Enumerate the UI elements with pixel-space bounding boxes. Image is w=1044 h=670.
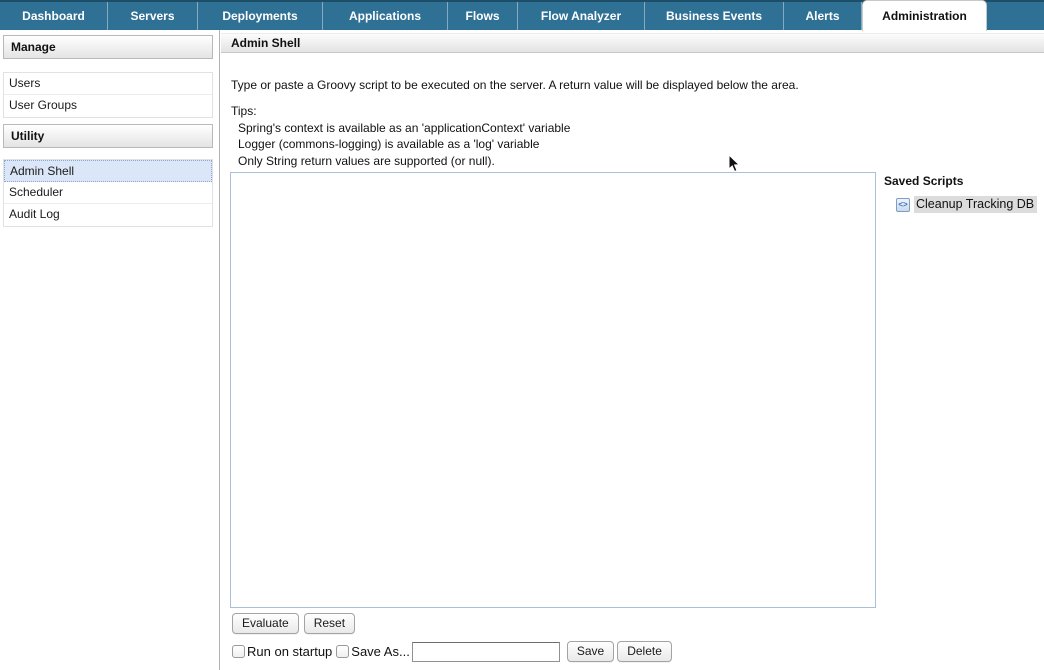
- reset-button[interactable]: Reset: [304, 613, 355, 634]
- save-as-name-input[interactable]: [412, 642, 560, 662]
- panel-divider: [219, 30, 220, 670]
- sidebar-section-manage: Manage: [3, 35, 213, 59]
- save-as-checkbox[interactable]: [336, 645, 349, 658]
- script-icon: <>: [896, 198, 910, 212]
- sidebar-utility-list: Admin Shell Scheduler Audit Log: [3, 159, 213, 227]
- tab-applications[interactable]: Applications: [323, 2, 448, 30]
- tips-block: Tips: Spring's context is available as a…: [231, 103, 570, 169]
- mouse-cursor-icon: [728, 154, 740, 173]
- save-button[interactable]: Save: [567, 641, 614, 662]
- sidebar-item-user-groups[interactable]: User Groups: [4, 95, 212, 117]
- tab-deployments[interactable]: Deployments: [198, 2, 323, 30]
- tip-line: Spring's context is available as an 'app…: [231, 120, 570, 137]
- sidebar-item-users[interactable]: Users: [4, 73, 212, 95]
- sidebar: Manage Users User Groups Utility Admin S…: [3, 35, 213, 227]
- delete-button[interactable]: Delete: [617, 641, 672, 662]
- sidebar-manage-list: Users User Groups: [3, 72, 213, 118]
- tab-flow-analyzer[interactable]: Flow Analyzer: [518, 2, 645, 30]
- tips-heading: Tips:: [231, 103, 570, 120]
- run-on-startup-checkbox[interactable]: [232, 645, 245, 658]
- sidebar-item-scheduler[interactable]: Scheduler: [4, 182, 212, 204]
- tab-bar-filler: [987, 2, 1044, 30]
- page-title: Admin Shell: [221, 33, 1044, 53]
- save-row: Run on startup Save As... Save Delete: [232, 641, 672, 662]
- saved-script-item[interactable]: <> Cleanup Tracking DB: [896, 196, 1037, 213]
- tab-administration[interactable]: Administration: [862, 0, 987, 31]
- tab-business-events[interactable]: Business Events: [645, 2, 784, 30]
- run-on-startup-label[interactable]: Run on startup: [247, 644, 332, 659]
- tip-line: Logger (commons-logging) is available as…: [231, 136, 570, 153]
- tab-dashboard[interactable]: Dashboard: [0, 2, 108, 30]
- action-button-row: Evaluate Reset: [232, 613, 355, 634]
- tab-servers[interactable]: Servers: [108, 2, 198, 30]
- save-as-label[interactable]: Save As...: [351, 644, 410, 659]
- saved-scripts-title: Saved Scripts: [884, 174, 963, 188]
- tip-line: Only String return values are supported …: [231, 153, 570, 170]
- top-tab-bar: Dashboard Servers Deployments Applicatio…: [0, 0, 1044, 30]
- groovy-script-input[interactable]: [230, 172, 876, 608]
- sidebar-section-utility: Utility: [3, 124, 213, 148]
- saved-script-label: Cleanup Tracking DB: [914, 196, 1037, 213]
- sidebar-item-admin-shell[interactable]: Admin Shell: [4, 160, 212, 182]
- description-text: Type or paste a Groovy script to be exec…: [231, 78, 799, 92]
- tab-flows[interactable]: Flows: [448, 2, 518, 30]
- tab-alerts[interactable]: Alerts: [784, 2, 862, 30]
- sidebar-item-audit-log[interactable]: Audit Log: [4, 204, 212, 226]
- evaluate-button[interactable]: Evaluate: [232, 613, 299, 634]
